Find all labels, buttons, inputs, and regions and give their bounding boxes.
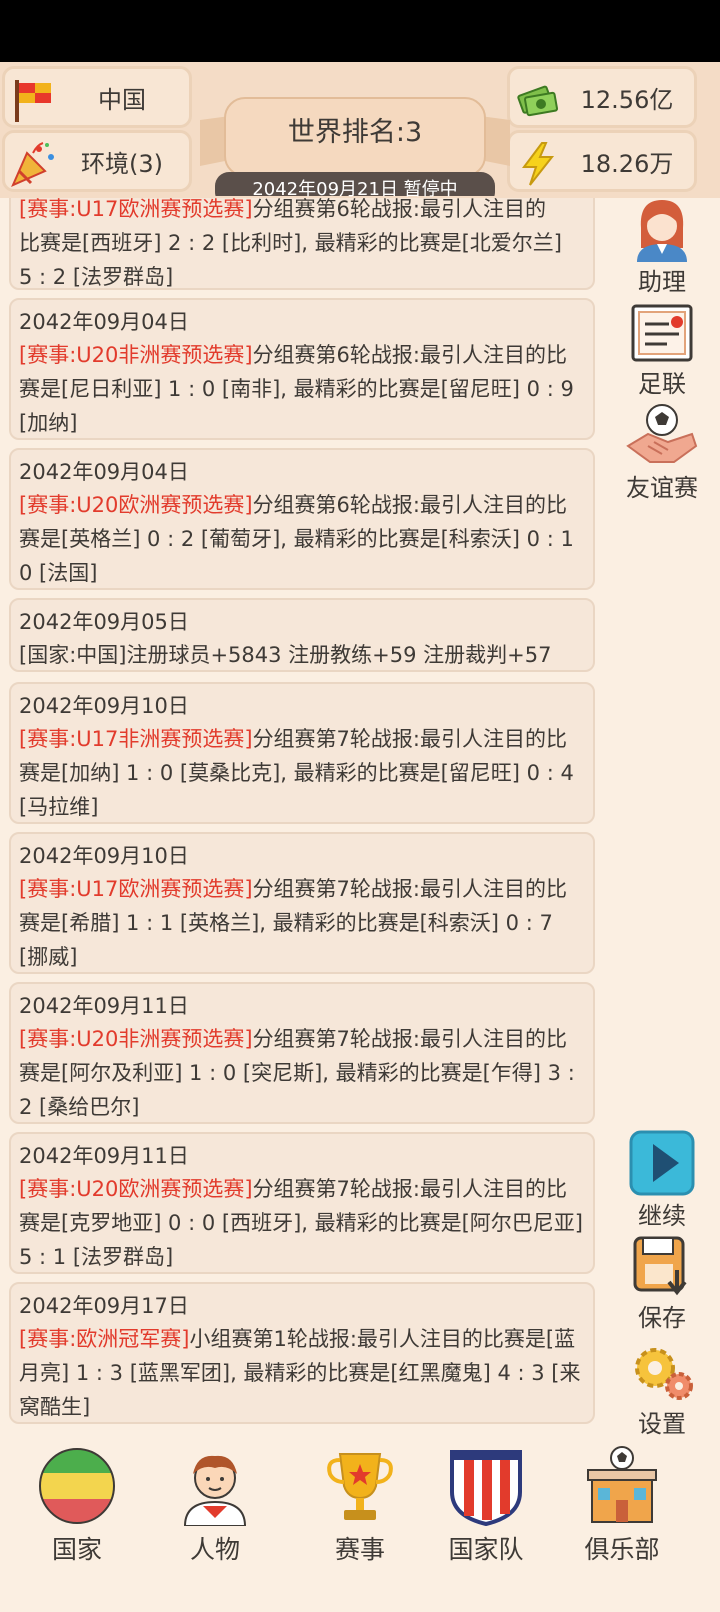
continue-label: 继续 — [638, 1202, 686, 1230]
nav-country-label: 国家 — [51, 1535, 102, 1564]
news-text: [国家:中国]注册球员+5843 注册教练+59 注册裁判+57 — [19, 643, 552, 667]
news-card: 2042年09月04日 [赛事:U20欧洲赛预选赛]分组赛第6轮战报:最引人注目… — [9, 448, 595, 590]
environment-label: 环境(3) — [81, 149, 163, 178]
news-card: 2042年09月11日 [赛事:U20欧洲赛预选赛]分组赛第7轮战报:最引人注目… — [9, 1132, 595, 1274]
event-tag[interactable]: [赛事:U17非洲赛预选赛] — [19, 727, 253, 751]
event-tag[interactable]: [赛事:U20非洲赛预选赛] — [19, 343, 253, 367]
news-card: 2042年09月04日 [赛事:U20非洲赛预选赛]分组赛第6轮战报:最引人注目… — [9, 298, 595, 440]
country-label: 中国 — [98, 85, 146, 114]
news-card: 2042年09月10日 [赛事:U17欧洲赛预选赛]分组赛第7轮战报:最引人注目… — [9, 832, 595, 974]
nav-events[interactable]: 赛事 — [305, 1446, 415, 1566]
federation-button[interactable]: 足联 — [612, 302, 712, 399]
trophy-icon — [327, 1453, 393, 1520]
news-feed[interactable]: [赛事:U17欧洲赛预选赛]分组赛第6轮战报:最引人注目的 比赛是[西班牙] 2… — [0, 198, 610, 1438]
nav-events-label: 赛事 — [334, 1535, 385, 1564]
news-text: 比赛是[西班牙] 2 : 2 [比利时], 最精彩的比赛是[北爱尔兰] — [19, 231, 563, 255]
news-date: 2042年09月04日 — [19, 310, 189, 334]
environment-box[interactable]: 环境(3) — [2, 130, 192, 192]
news-date: 2042年09月10日 — [19, 694, 189, 718]
world-rank-plate: 世界排名:3 2042年09月21日 暂停中 — [200, 80, 510, 200]
event-tag[interactable]: [赛事:U20欧洲赛预选赛] — [19, 493, 253, 517]
assistant-label: 助理 — [638, 268, 686, 296]
energy-box[interactable]: 18.26万 — [507, 130, 697, 192]
news-date: 2042年09月04日 — [19, 460, 189, 484]
friendly-match-button[interactable]: 友谊赛 — [612, 402, 712, 503]
event-tag[interactable]: [赛事:U20非洲赛预选赛] — [19, 1027, 253, 1051]
save-label: 保存 — [638, 1304, 686, 1332]
news-date: 2042年09月17日 — [19, 1294, 189, 1318]
energy-label: 18.26万 — [580, 149, 674, 178]
nav-national-team-label: 国家队 — [448, 1535, 524, 1564]
assistant-button[interactable]: 助理 — [612, 198, 712, 297]
news-card: 2042年09月17日 [赛事:欧洲冠军赛]小组赛第1轮战报:最引人注目的比赛是… — [9, 1282, 595, 1424]
event-tag[interactable]: [赛事:U20欧洲赛预选赛] — [19, 1177, 253, 1201]
person-icon — [183, 1455, 247, 1526]
news-text: 分组赛第6轮战报:最引人注目的 — [252, 198, 546, 221]
event-tag[interactable]: [赛事:欧洲冠军赛] — [19, 1327, 189, 1351]
status-bar — [0, 0, 720, 62]
money-box[interactable]: 12.56亿 — [507, 66, 697, 128]
friendly-match-label: 友谊赛 — [626, 474, 698, 502]
nav-club[interactable]: 俱乐部 — [567, 1446, 677, 1566]
nav-club-label: 俱乐部 — [584, 1535, 660, 1564]
nav-national-team[interactable]: 国家队 — [431, 1446, 541, 1566]
news-date: 2042年09月05日 — [19, 610, 189, 634]
club-building-icon — [587, 1446, 657, 1523]
assistant-icon — [637, 200, 687, 262]
settings-label: 设置 — [638, 1410, 686, 1438]
news-date: 2042年09月11日 — [19, 1144, 189, 1168]
save-button[interactable]: 保存 — [612, 1234, 712, 1333]
money-label: 12.56亿 — [580, 85, 674, 114]
news-date: 2042年09月11日 — [19, 994, 189, 1018]
save-disk-icon — [633, 1236, 687, 1296]
news-card: 2042年09月05日 [国家:中国]注册球员+5843 注册教练+59 注册裁… — [9, 598, 595, 672]
nav-people-label: 人物 — [189, 1535, 240, 1564]
nav-people[interactable]: 人物 — [160, 1446, 270, 1566]
lightning-icon — [522, 142, 555, 186]
gear-icon — [635, 1348, 693, 1400]
bottom-nav: 国家 人物 赛事 国家队 俱乐部 — [0, 1438, 720, 1612]
nav-country[interactable]: 国家 — [22, 1446, 132, 1566]
federation-label: 足联 — [638, 370, 686, 398]
world-rank-title: 世界排名:3 — [287, 117, 423, 148]
country-flag-icon — [39, 1448, 115, 1524]
event-tag[interactable]: [赛事:U17欧洲赛预选赛] — [19, 877, 253, 901]
play-icon — [629, 1130, 695, 1196]
document-icon — [631, 304, 693, 362]
country-box[interactable]: 中国 — [2, 66, 192, 128]
flag-icon — [15, 80, 51, 122]
continue-button[interactable]: 继续 — [612, 1130, 712, 1231]
handshake-ball-icon — [626, 404, 698, 463]
event-tag[interactable]: [赛事:U17欧洲赛预选赛] — [19, 198, 253, 221]
settings-button[interactable]: 设置 — [612, 1340, 712, 1439]
news-card: [赛事:U17欧洲赛预选赛]分组赛第6轮战报:最引人注目的 比赛是[西班牙] 2… — [9, 198, 595, 290]
news-card: 2042年09月10日 [赛事:U17非洲赛预选赛]分组赛第7轮战报:最引人注目… — [9, 682, 595, 824]
news-date: 2042年09月10日 — [19, 844, 189, 868]
news-text: 5 : 2 [法罗群岛] — [19, 265, 174, 289]
money-icon — [517, 85, 559, 117]
party-popper-icon — [11, 142, 54, 187]
news-card: 2042年09月11日 [赛事:U20非洲赛预选赛]分组赛第7轮战报:最引人注目… — [9, 982, 595, 1124]
shield-icon — [450, 1450, 522, 1526]
